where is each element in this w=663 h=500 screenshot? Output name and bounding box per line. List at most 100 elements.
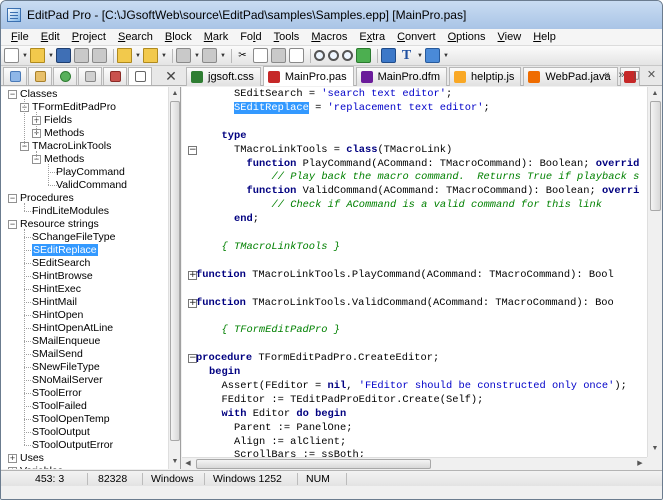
undo-icon[interactable]: [176, 48, 191, 63]
tree-item[interactable]: SMailEnqueue: [32, 335, 100, 348]
tree-item[interactable]: SHintBrowse: [32, 270, 93, 283]
title-bar[interactable]: EditPad Pro - [C:\JGsoftWeb\source\EditP…: [1, 1, 662, 29]
tree-item[interactable]: SToolFailed: [32, 400, 87, 413]
undo-dropdown-icon[interactable]: ▼: [194, 48, 200, 63]
tree-scroll-up-icon[interactable]: ▲: [169, 88, 180, 100]
tree-vertical-scrollbar[interactable]: ▲ ▼: [168, 87, 180, 469]
editor-vertical-scroll-thumb[interactable]: [650, 101, 661, 211]
replace-icon[interactable]: [356, 48, 371, 63]
open-file-dropdown-icon[interactable]: ▼: [48, 48, 54, 63]
side-tab-files[interactable]: [3, 67, 27, 85]
tree-item[interactable]: Methods: [44, 153, 84, 166]
side-tab-character-map[interactable]: [103, 67, 127, 85]
expand-icon[interactable]: +: [8, 467, 17, 469]
side-tab-clipboard[interactable]: [53, 67, 77, 85]
redo-dropdown-icon[interactable]: ▼: [220, 48, 226, 63]
editor-vertical-scrollbar[interactable]: ▲ ▼: [647, 87, 662, 457]
tree-item[interactable]: SNoMailServer: [32, 374, 103, 387]
fold-collapse-icon[interactable]: −: [188, 145, 197, 155]
tree-item[interactable]: TFormEditPadPro: [32, 101, 116, 114]
open-project-icon[interactable]: [117, 48, 132, 63]
menu-help[interactable]: Help: [527, 29, 562, 46]
editor-scroll-down-icon[interactable]: ▼: [649, 443, 661, 455]
collapse-icon[interactable]: −: [8, 194, 17, 203]
tree-item[interactable]: SEditReplace: [32, 244, 98, 257]
menu-mark[interactable]: Mark: [198, 29, 234, 46]
tree-item[interactable]: SToolOutputError: [32, 439, 113, 452]
status-line-breaks[interactable]: Windows: [151, 471, 194, 487]
tree-item[interactable]: PlayCommand: [56, 166, 125, 179]
tree-item[interactable]: SChangeFileType: [32, 231, 115, 244]
menu-project[interactable]: Project: [66, 29, 112, 46]
cut-icon[interactable]: ✂: [235, 48, 250, 63]
save-file-icon[interactable]: [56, 48, 71, 63]
code-editor[interactable]: SEditSearch = 'search text editor'; SEdit…: [182, 87, 647, 457]
tree-item[interactable]: ValidCommand: [56, 179, 127, 192]
tree-item[interactable]: SMailSend: [32, 348, 83, 361]
tree-item[interactable]: SEditSearch: [32, 257, 90, 270]
close-file-icon[interactable]: [92, 48, 107, 63]
syntax-coloring-dropdown-icon[interactable]: ▼: [443, 48, 449, 63]
tree-item[interactable]: SHintOpenAtLine: [32, 322, 113, 335]
editor-scroll-up-icon[interactable]: ▲: [649, 88, 661, 100]
editor-scroll-left-icon[interactable]: ◀: [182, 458, 194, 470]
menu-macros[interactable]: Macros: [305, 29, 353, 46]
paste-icon[interactable]: [271, 48, 286, 63]
editor-horizontal-scrollbar[interactable]: ◀ ▶: [182, 457, 647, 470]
tree-item[interactable]: Classes: [20, 88, 57, 101]
menu-extra[interactable]: Extra: [353, 29, 391, 46]
side-tab-file-navigator[interactable]: [128, 67, 152, 85]
file-navigator-icon[interactable]: [381, 48, 396, 63]
text-layout-icon[interactable]: T: [399, 48, 414, 63]
menu-edit[interactable]: Edit: [35, 29, 66, 46]
copy-icon[interactable]: [253, 48, 268, 63]
collapse-icon[interactable]: −: [8, 220, 17, 229]
tree-scroll-thumb[interactable]: [170, 101, 180, 441]
side-tab-explorer[interactable]: [28, 67, 52, 85]
tree-item[interactable]: SToolError: [32, 387, 82, 400]
editor-horizontal-scroll-thumb[interactable]: [196, 459, 431, 469]
tree-item[interactable]: SHintOpen: [32, 309, 83, 322]
status-encoding[interactable]: Windows 1252: [213, 471, 282, 487]
side-tab-clip-collection[interactable]: [78, 67, 102, 85]
new-file-dropdown-icon[interactable]: ▼: [22, 48, 28, 63]
select-all-icon[interactable]: [289, 48, 304, 63]
expand-icon[interactable]: +: [8, 454, 17, 463]
print-icon[interactable]: [74, 48, 89, 63]
menu-tools[interactable]: Tools: [268, 29, 306, 46]
find-next-icon[interactable]: [328, 50, 339, 61]
tree-item[interactable]: SToolOpenTemp: [32, 413, 110, 426]
redo-icon[interactable]: [202, 48, 217, 63]
first-tab-icon[interactable]: «: [600, 68, 613, 83]
tab-mainpro-pas[interactable]: MainPro.pas: [262, 66, 354, 86]
tree-item[interactable]: Resource strings: [20, 218, 99, 231]
tree-scroll-down-icon[interactable]: ▼: [169, 456, 180, 468]
tree-item[interactable]: Variables: [20, 465, 63, 469]
menu-options[interactable]: Options: [442, 29, 492, 46]
open-file-icon[interactable]: [30, 48, 45, 63]
menu-fold[interactable]: Fold: [234, 29, 267, 46]
tree-item[interactable]: SHintExec: [32, 283, 81, 296]
last-tab-icon[interactable]: »: [615, 68, 628, 83]
tab-jgsoft-css[interactable]: jgsoft.css: [186, 67, 261, 86]
tree-item[interactable]: FindLiteModules: [32, 205, 109, 218]
close-tab-icon[interactable]: ✕: [645, 68, 658, 83]
tab-helptip-js[interactable]: helptip.js: [448, 67, 522, 86]
text-layout-dropdown-icon[interactable]: ▼: [417, 48, 423, 63]
save-project-icon[interactable]: [143, 48, 158, 63]
menu-block[interactable]: Block: [159, 29, 198, 46]
tab-list-icon[interactable]: ▯: [630, 68, 643, 83]
save-project-dropdown-icon[interactable]: ▼: [161, 48, 167, 63]
collapse-icon[interactable]: −: [8, 90, 17, 99]
menu-search[interactable]: Search: [112, 29, 159, 46]
tree-item[interactable]: SToolOutput: [32, 426, 90, 439]
menu-convert[interactable]: Convert: [391, 29, 442, 46]
new-file-icon[interactable]: [4, 48, 19, 63]
menu-file[interactable]: File: [5, 29, 35, 46]
tree-item[interactable]: Procedures: [20, 192, 74, 205]
tree-item[interactable]: Fields: [44, 114, 72, 127]
open-project-dropdown-icon[interactable]: ▼: [135, 48, 141, 63]
tree-item[interactable]: SNewFileType: [32, 361, 100, 374]
search-icon[interactable]: [314, 50, 325, 61]
tree-item[interactable]: Uses: [20, 452, 44, 465]
